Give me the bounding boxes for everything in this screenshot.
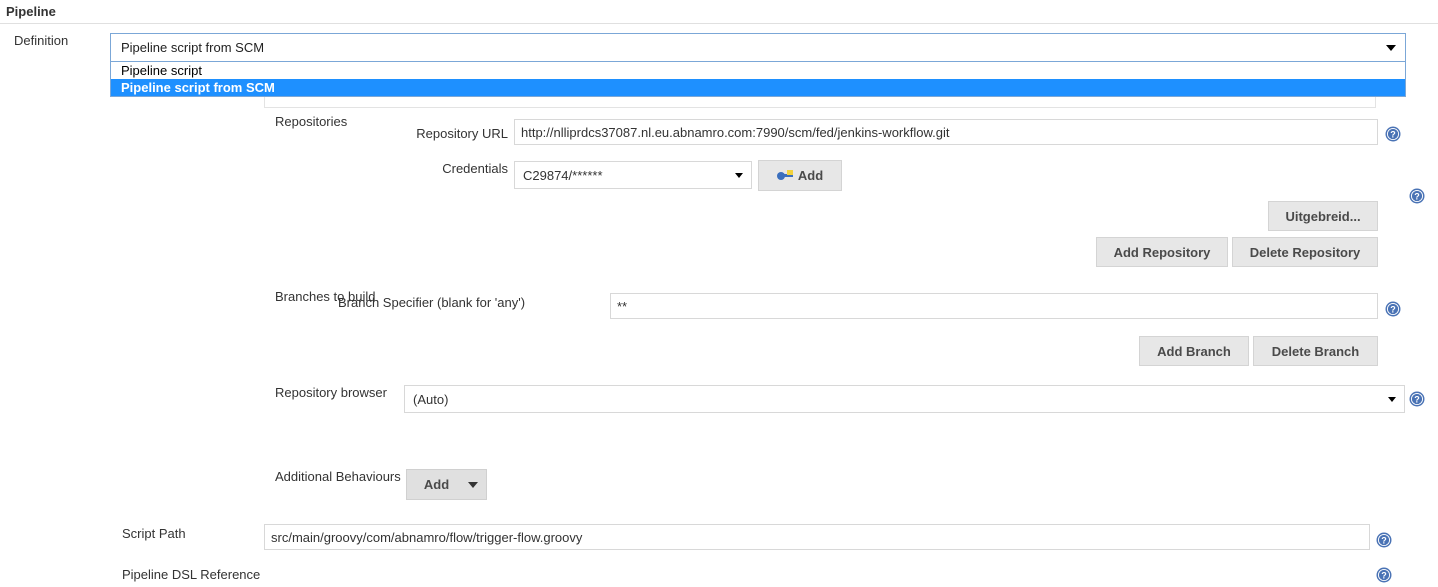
definition-select[interactable]: Pipeline script from SCM — [110, 33, 1406, 62]
credentials-select[interactable]: C29874/****** — [514, 161, 752, 189]
svg-text:?: ? — [1390, 305, 1396, 315]
add-credentials-button[interactable]: Add — [758, 160, 842, 191]
svg-text:?: ? — [1390, 130, 1396, 140]
help-icon-repository-url[interactable]: ? — [1385, 126, 1401, 142]
help-icon-repository-browser[interactable]: ? — [1409, 391, 1425, 407]
help-icon-credentials[interactable]: ? — [1409, 188, 1425, 204]
repository-url-input[interactable] — [514, 119, 1378, 145]
repository-browser-select[interactable]: (Auto) — [404, 385, 1405, 413]
additional-behaviours-add-label: Add — [423, 477, 450, 492]
svg-text:?: ? — [1414, 395, 1420, 405]
delete-branch-button[interactable]: Delete Branch — [1253, 336, 1378, 366]
chevron-down-icon[interactable] — [460, 481, 486, 488]
additional-behaviours-add-button[interactable]: Add — [406, 469, 487, 500]
svg-text:?: ? — [1381, 571, 1387, 581]
definition-label: Definition — [14, 33, 69, 48]
repository-browser-label: Repository browser — [275, 385, 387, 400]
definition-option-pipeline-script[interactable]: Pipeline script — [111, 62, 1405, 79]
script-path-input[interactable] — [264, 524, 1370, 550]
delete-repository-button[interactable]: Delete Repository — [1232, 237, 1378, 267]
chevron-down-icon — [1388, 397, 1396, 402]
branch-specifier-input[interactable] — [610, 293, 1378, 319]
section-divider — [0, 23, 1438, 24]
key-icon — [776, 170, 793, 181]
pipeline-dsl-reference-label: Pipeline DSL Reference — [122, 567, 261, 582]
chevron-down-icon — [735, 173, 743, 178]
help-icon-pipeline-dsl-reference[interactable]: ? — [1376, 567, 1392, 583]
svg-text:?: ? — [1414, 192, 1420, 202]
help-icon-script-path[interactable]: ? — [1376, 532, 1392, 548]
definition-option-pipeline-script-from-scm[interactable]: Pipeline script from SCM — [111, 79, 1405, 96]
add-branch-button[interactable]: Add Branch — [1139, 336, 1249, 366]
add-credentials-label: Add — [797, 168, 824, 183]
page-title: Pipeline — [6, 4, 56, 19]
svg-text:?: ? — [1381, 536, 1387, 546]
repository-url-label: Repository URL — [416, 126, 508, 141]
advanced-button[interactable]: Uitgebreid... — [1268, 201, 1378, 231]
definition-options-list[interactable]: Pipeline script Pipeline script from SCM — [110, 62, 1406, 97]
definition-selected-value: Pipeline script from SCM — [121, 40, 265, 55]
help-icon-branch-specifier[interactable]: ? — [1385, 301, 1401, 317]
repositories-label: Repositories — [275, 114, 348, 129]
branch-specifier-label: Branch Specifier (blank for 'any') — [338, 295, 526, 310]
repository-browser-selected-value: (Auto) — [413, 392, 449, 407]
chevron-down-icon — [1386, 45, 1396, 51]
credentials-label: Credentials — [442, 161, 508, 176]
additional-behaviours-label: Additional Behaviours — [275, 469, 401, 484]
add-repository-button[interactable]: Add Repository — [1096, 237, 1228, 267]
script-path-label: Script Path — [122, 526, 186, 541]
credentials-selected-value: C29874/****** — [523, 168, 603, 183]
